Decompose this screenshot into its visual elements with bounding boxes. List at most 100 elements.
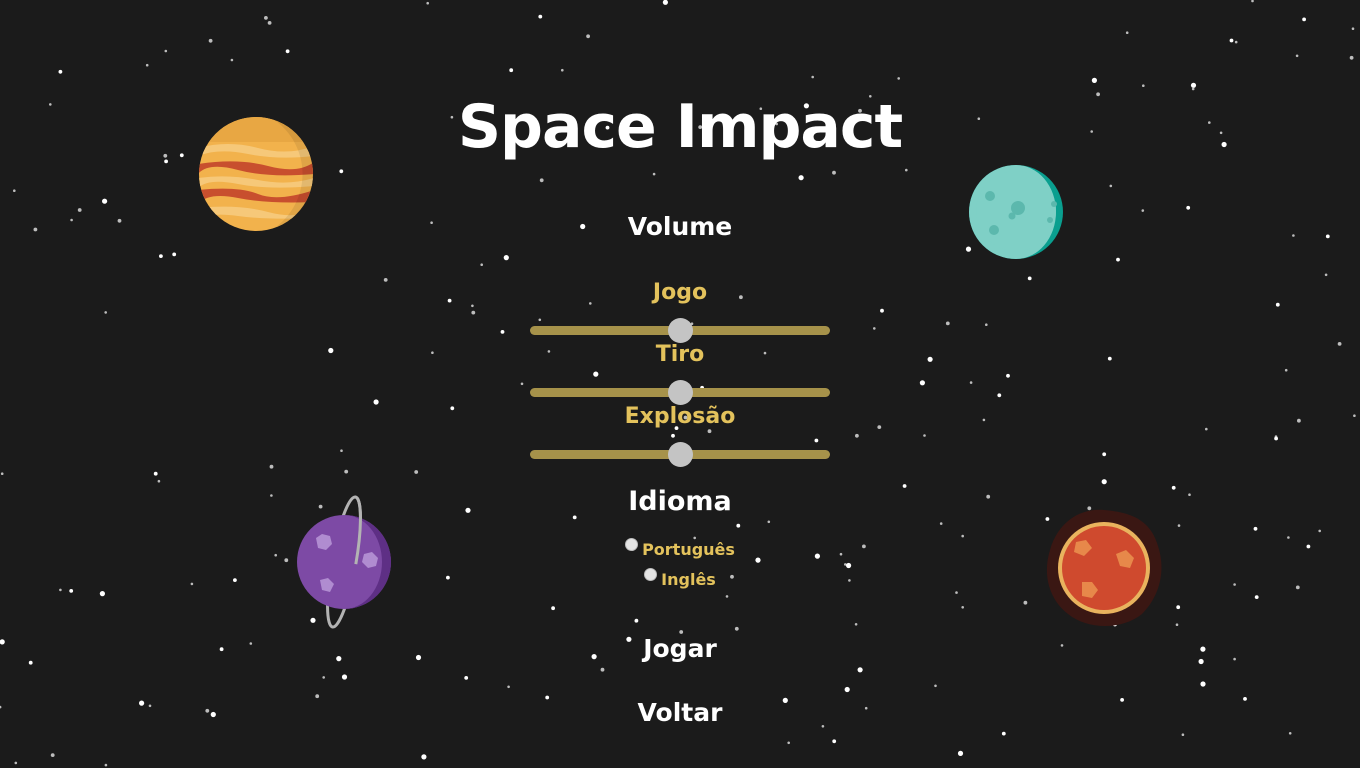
star xyxy=(767,520,771,524)
star xyxy=(1200,681,1206,687)
star xyxy=(219,647,224,652)
star xyxy=(538,14,543,19)
star xyxy=(1006,373,1010,378)
language-option-ingles[interactable]: Inglês xyxy=(644,568,716,589)
star xyxy=(1190,82,1197,88)
star xyxy=(1175,623,1179,626)
star xyxy=(0,639,5,645)
star xyxy=(205,708,210,713)
star xyxy=(561,68,564,72)
star xyxy=(864,706,868,710)
star xyxy=(208,38,213,43)
star xyxy=(315,694,320,699)
slider-thumb[interactable] xyxy=(668,380,693,405)
star xyxy=(1318,529,1321,533)
star xyxy=(1125,31,1129,34)
star xyxy=(284,558,289,563)
star xyxy=(58,69,63,74)
shot-volume-slider[interactable] xyxy=(530,380,830,405)
star xyxy=(957,750,964,757)
star xyxy=(919,380,926,386)
star xyxy=(1251,0,1254,3)
star xyxy=(0,705,2,709)
star xyxy=(955,591,958,594)
volume-heading: Volume xyxy=(627,212,733,241)
star xyxy=(586,34,590,39)
play-button[interactable]: Jogar xyxy=(580,634,780,663)
star xyxy=(1191,87,1195,91)
star xyxy=(1120,698,1124,702)
star xyxy=(844,686,850,693)
star xyxy=(148,704,152,708)
star xyxy=(172,252,177,257)
star xyxy=(1142,84,1145,87)
star xyxy=(551,606,555,611)
star xyxy=(1177,524,1181,527)
star xyxy=(336,656,342,662)
slider-thumb[interactable] xyxy=(668,442,693,467)
star xyxy=(811,75,814,79)
star xyxy=(421,754,427,760)
star xyxy=(734,626,739,631)
game-volume-slider[interactable] xyxy=(530,318,830,343)
star xyxy=(520,382,524,386)
star xyxy=(755,557,761,563)
radio-button[interactable] xyxy=(644,568,658,581)
radio-button[interactable] xyxy=(625,538,639,551)
star xyxy=(415,654,422,661)
star xyxy=(322,676,326,679)
slider-label-explosao: Explosão xyxy=(624,404,736,429)
star xyxy=(832,170,836,175)
star xyxy=(857,667,863,673)
language-heading: Idioma xyxy=(628,486,732,517)
star xyxy=(1234,40,1238,44)
star xyxy=(157,479,161,483)
star xyxy=(1060,644,1064,647)
explosion-volume-slider[interactable] xyxy=(530,442,830,467)
star xyxy=(1200,646,1206,652)
star xyxy=(1233,657,1236,661)
star xyxy=(264,16,268,20)
radio-label: Inglês xyxy=(661,570,716,589)
star xyxy=(28,660,33,665)
star xyxy=(854,623,858,626)
star xyxy=(832,739,837,744)
star xyxy=(1023,600,1028,605)
slider-thumb[interactable] xyxy=(668,318,693,343)
star xyxy=(500,330,505,334)
star xyxy=(1102,452,1107,457)
star xyxy=(945,321,950,326)
star xyxy=(507,685,510,689)
star xyxy=(59,588,62,592)
slider-label-jogo: Jogo xyxy=(652,280,708,305)
radio-label: Português xyxy=(642,540,735,559)
star xyxy=(210,711,216,718)
star xyxy=(164,49,168,53)
star xyxy=(344,469,349,474)
star xyxy=(782,697,788,704)
star xyxy=(285,49,290,54)
star xyxy=(1198,658,1204,665)
star xyxy=(267,21,272,25)
star xyxy=(923,434,926,437)
star xyxy=(1101,479,1107,485)
star xyxy=(341,674,348,680)
star xyxy=(1229,38,1234,43)
language-option-portugues[interactable]: Português xyxy=(625,538,735,559)
star xyxy=(104,311,107,314)
star xyxy=(1349,55,1354,60)
star xyxy=(1176,605,1181,610)
star xyxy=(1116,257,1120,262)
star xyxy=(939,522,943,525)
slider-label-tiro: Tiro xyxy=(655,342,705,367)
star xyxy=(503,255,509,261)
star xyxy=(969,381,973,384)
star xyxy=(340,449,343,453)
star xyxy=(14,761,18,765)
star xyxy=(539,178,544,183)
star xyxy=(821,725,825,728)
star xyxy=(269,464,274,469)
star xyxy=(985,323,988,327)
back-button[interactable]: Voltar xyxy=(580,698,780,727)
star xyxy=(961,606,964,609)
